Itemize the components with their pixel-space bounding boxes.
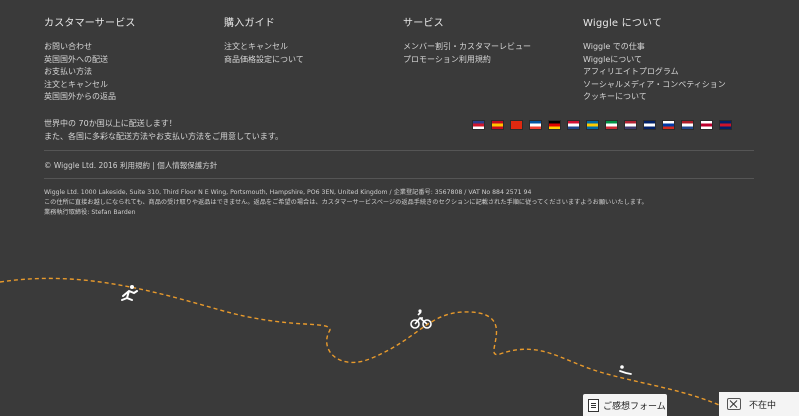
flag-sweden-icon[interactable] [586, 120, 599, 130]
flag-new-zealand-icon[interactable] [719, 120, 732, 130]
flag-australia-icon[interactable] [643, 120, 656, 130]
copyright-text: © Wiggle Ltd. 2016 [44, 161, 118, 170]
flag-germany-icon[interactable] [548, 120, 561, 130]
link-member-discounts[interactable]: メンバー割引・カスタマーレビュー [403, 42, 531, 51]
flag-spain-icon[interactable] [491, 120, 504, 130]
document-icon [588, 398, 599, 412]
column-heading: カスタマーサービス [44, 18, 136, 29]
link-orders-cancellation[interactable]: 注文とキャンセル [224, 42, 288, 51]
separator: | [152, 161, 155, 170]
status-label: 不在中 [749, 400, 777, 411]
shipping-line-2: また、各国に多彩な配送方法やお支払い方法をご用意しています。 [44, 131, 283, 141]
link-orders-cancellation[interactable]: 注文とキャンセル [44, 80, 108, 89]
flag-usa-icon[interactable] [624, 120, 637, 130]
link-careers[interactable]: Wiggle での仕事 [583, 42, 645, 51]
flag-russia-icon[interactable] [662, 120, 675, 130]
link-international-delivery[interactable]: 英国国外への配送 [44, 55, 108, 64]
dashed-route [0, 277, 731, 411]
legal-info: Wiggle Ltd. 1000 Lakeside, Suite 310, Th… [44, 188, 648, 218]
link-affiliate[interactable]: アフィリエイトプログラム [583, 67, 679, 76]
feedback-label: ご感想フォーム [603, 401, 666, 412]
column-customer-service: カスタマーサービス お問い合わせ 英国国外への配送 お支払い方法 注文とキャンセ… [44, 14, 136, 104]
footer-link-columns: カスタマーサービス お問い合わせ 英国国外への配送 お支払い方法 注文とキャンセ… [0, 0, 799, 110]
cycling-path-illustration [0, 277, 731, 411]
chat-status-button[interactable]: 不在中 [719, 392, 799, 416]
column-services: サービス メンバー割引・カスタマーレビュー プロモーション利用規約 [403, 14, 531, 66]
link-payment-methods[interactable]: お支払い方法 [44, 67, 92, 76]
flag-italy-icon[interactable] [605, 120, 618, 130]
flag-netherlands-alt-icon[interactable] [567, 120, 580, 130]
link-international-returns[interactable]: 英国国外からの返品 [44, 92, 116, 101]
link-contact[interactable]: お問い合わせ [44, 42, 92, 51]
column-heading: 購入ガイド [224, 18, 275, 29]
flag-uk-icon[interactable] [472, 120, 485, 130]
shipping-line-1: 世界中の 70か国以上に配送します！ [44, 119, 177, 128]
flag-japan-icon[interactable] [700, 120, 713, 130]
shipping-info: 世界中の 70か国以上に配送します！ また、各国に多彩な配送方法やお支払い方法を… [44, 118, 283, 143]
link-pricing[interactable]: 商品価格設定について [224, 55, 304, 64]
privacy-link[interactable]: 個人情報保護方針 [157, 161, 217, 170]
close-icon [727, 398, 741, 410]
divider [44, 178, 754, 179]
column-heading: サービス [403, 18, 444, 29]
company-address: Wiggle Ltd. 1000 Lakeside, Suite 310, Th… [44, 189, 532, 196]
link-about[interactable]: Wiggleについて [583, 55, 642, 64]
cyclist-icon [410, 309, 432, 329]
column-buying-guide: 購入ガイド 注文とキャンセル 商品価格設定について [224, 14, 304, 66]
flag-france-icon[interactable] [529, 120, 542, 130]
flag-china-icon[interactable] [510, 120, 523, 130]
link-social-media[interactable]: ソーシャルメディア・コンペティション [583, 80, 726, 89]
link-cookies[interactable]: クッキーについて [583, 92, 647, 101]
returns-notice: この住所に直接お越しになられても、商品の受け取りや返品はできません。返品をご希望… [44, 199, 648, 206]
column-about-wiggle: Wiggle について Wiggle での仕事 Wiggleについて アフィリエ… [583, 14, 726, 104]
divider [44, 150, 754, 151]
flag-netherlands-icon[interactable] [681, 120, 694, 130]
link-promotion-terms[interactable]: プロモーション利用規約 [403, 55, 491, 64]
feedback-form-button[interactable]: ご感想フォーム [583, 394, 667, 416]
terms-link[interactable]: 利用規約 [120, 161, 150, 170]
country-flags [472, 120, 732, 130]
column-heading: Wiggle について [583, 18, 663, 29]
swimmer-icon [619, 365, 632, 375]
director: 業務執行取締役: Stefan Barden [44, 209, 136, 216]
copyright-row: © Wiggle Ltd. 2016 利用規約 | 個人情報保護方針 [44, 160, 217, 171]
